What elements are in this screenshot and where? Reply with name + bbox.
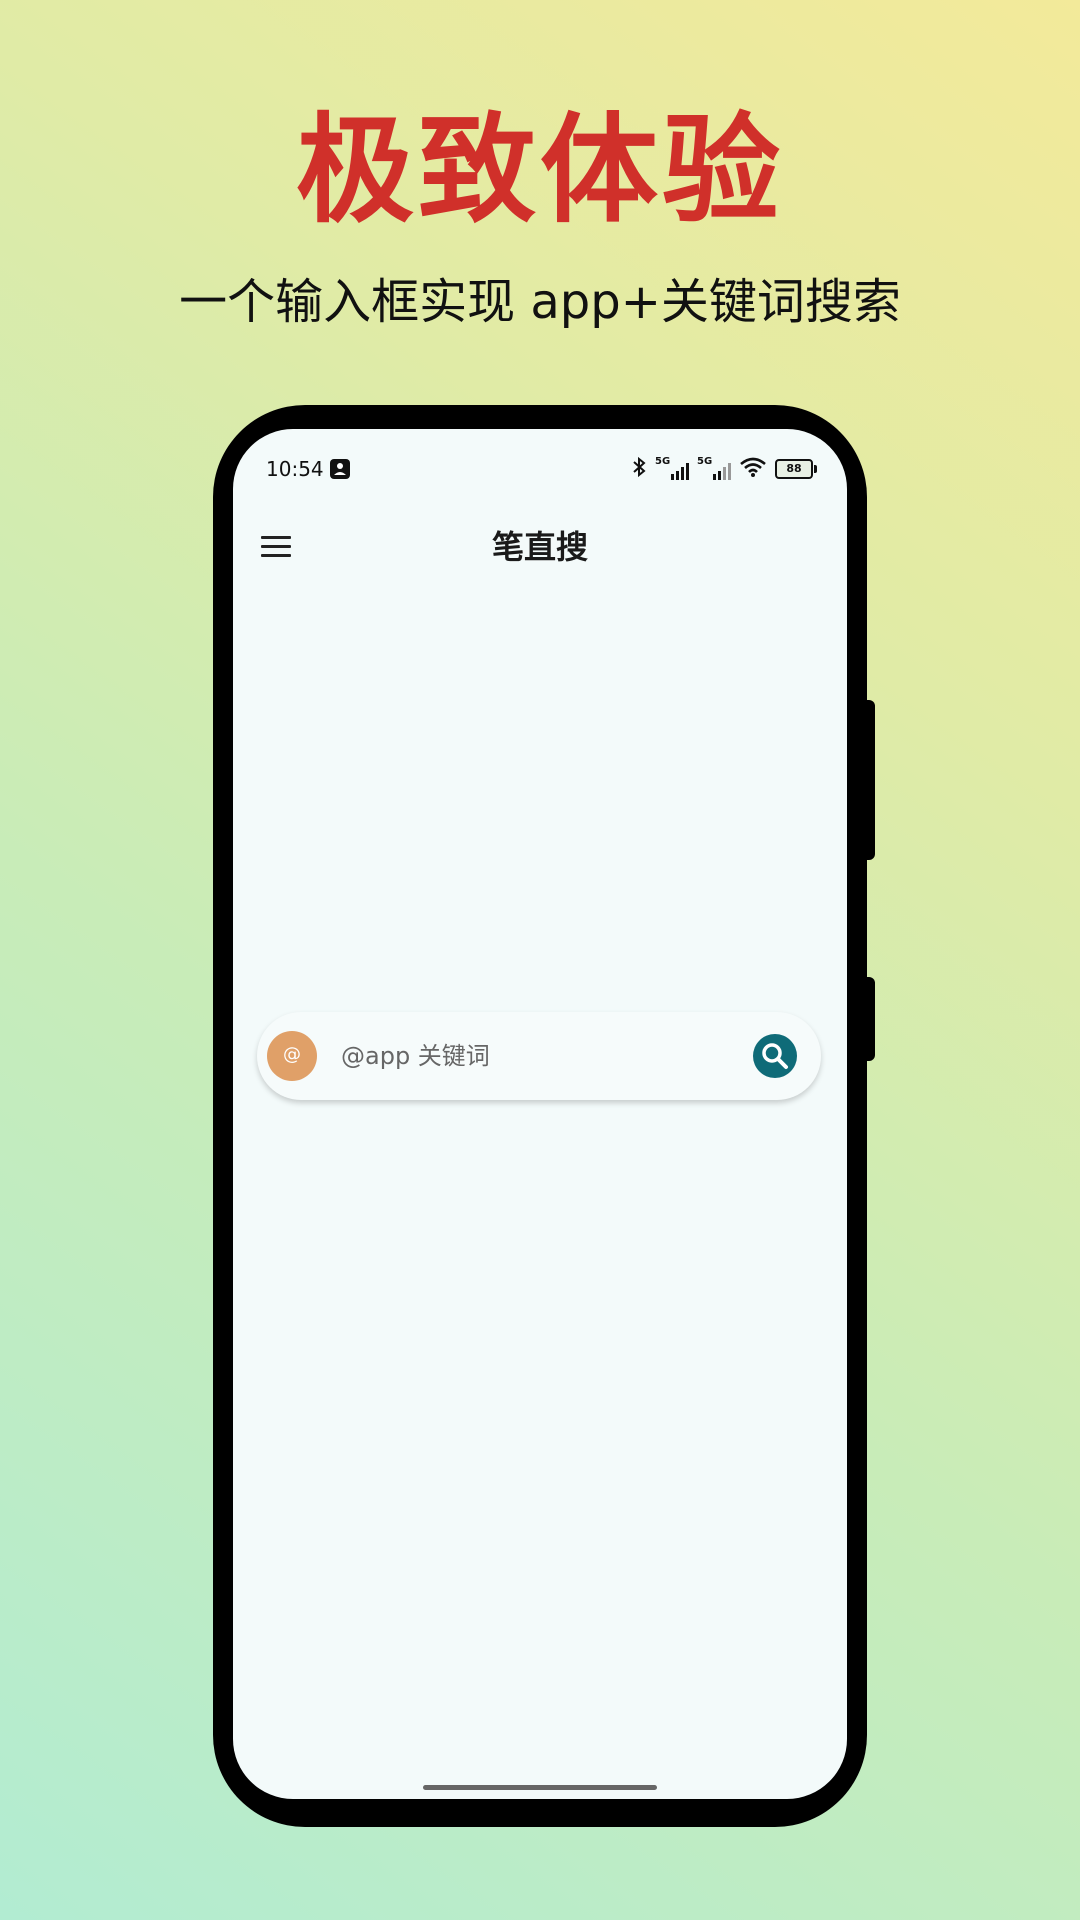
- battery-icon: 88: [775, 459, 817, 479]
- at-app-button[interactable]: @: [267, 1031, 317, 1081]
- status-time: 10:54: [266, 457, 324, 481]
- power-button: [865, 977, 875, 1061]
- search-button[interactable]: [753, 1034, 797, 1078]
- app-title: 笔直搜: [491, 528, 588, 566]
- promo-subheadline: 一个输入框实现 app+关键词搜索: [179, 274, 901, 330]
- phone-frame: 10:54 5G 5G 88 笔直搜 @ @app 关键词: [213, 405, 875, 1827]
- search-input[interactable]: [341, 1034, 741, 1078]
- magnifier-icon: [762, 1043, 788, 1069]
- phone-screen: 10:54 5G 5G 88 笔直搜 @ @app 关键词: [233, 429, 847, 1799]
- status-icons: 5G 5G 88: [631, 456, 817, 482]
- photo-notification-icon: [330, 459, 350, 479]
- wifi-icon: [739, 456, 767, 482]
- status-bar: 10:54 5G 5G 88: [233, 429, 847, 499]
- search-bar: @: [257, 1012, 821, 1100]
- promo-headline: 极致体验: [295, 101, 784, 239]
- signal-strength-icon-2: 5G: [697, 456, 731, 480]
- bluetooth-icon: [631, 456, 647, 482]
- home-indicator[interactable]: [423, 1785, 657, 1790]
- volume-button: [865, 700, 875, 860]
- signal-strength-icon: 5G: [655, 456, 689, 480]
